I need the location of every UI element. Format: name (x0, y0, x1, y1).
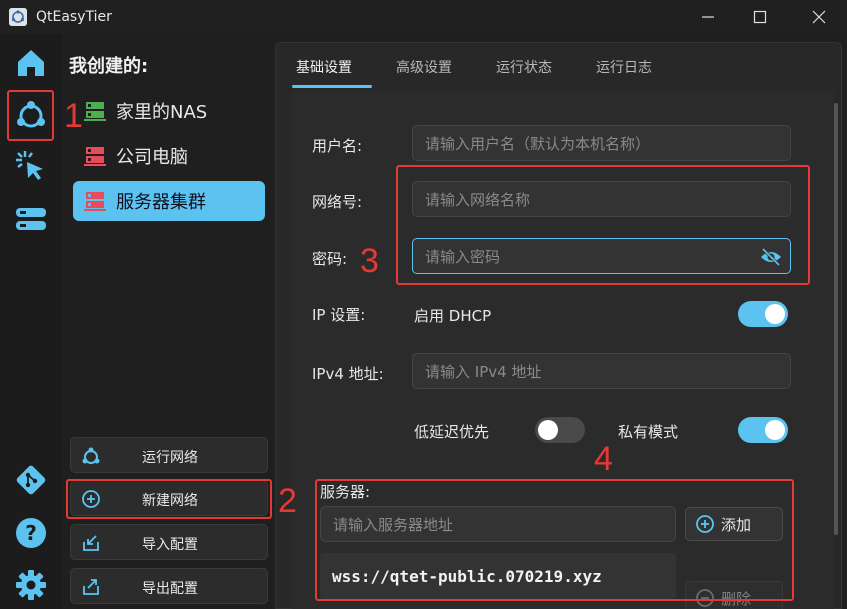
annotation-number-1: 1 (64, 97, 83, 135)
network-item-label: 家里的NAS (116, 102, 208, 123)
annotation-number-3: 3 (360, 242, 379, 280)
ipv4-input[interactable]: 请输入 IPv4 地址 (412, 353, 791, 389)
username-input[interactable]: 请输入用户名（默认为本机名称） (412, 125, 791, 161)
import-config-button[interactable]: 导入配置 (70, 524, 268, 560)
annotation-box-1 (7, 90, 54, 141)
dhcp-label: 启用 DHCP (414, 307, 492, 325)
ip-settings-label: IP 设置: (312, 306, 366, 324)
home-icon[interactable] (12, 44, 50, 82)
annotation-box-3 (396, 165, 810, 285)
network-item-nas[interactable]: 家里的NAS (73, 91, 265, 131)
export-config-button[interactable]: 导出配置 (70, 568, 268, 604)
annotation-number-4: 4 (594, 440, 613, 478)
title-bar: QtEasyTier (0, 0, 847, 34)
network-item-label: 服务器集群 (116, 192, 206, 213)
low-latency-label: 低延迟优先 (414, 423, 490, 441)
servers-icon[interactable] (12, 200, 50, 238)
window-title: QtEasyTier (36, 9, 112, 25)
annotation-box-4 (315, 479, 794, 601)
network-list-title: 我创建的: (69, 56, 149, 77)
private-mode-toggle[interactable] (738, 417, 788, 443)
annotation-number-2: 2 (278, 482, 297, 520)
app-logo-icon (9, 8, 27, 26)
tab-advanced-settings[interactable]: 高级设置 (396, 57, 452, 77)
run-network-button[interactable]: 运行网络 (70, 437, 268, 473)
tab-run-status[interactable]: 运行状态 (496, 57, 552, 77)
click-icon[interactable] (12, 147, 50, 185)
minimize-button[interactable] (685, 0, 731, 34)
tab-bar: 基础设置 高级设置 运行状态 运行日志 (276, 43, 843, 89)
private-mode-label: 私有模式 (618, 423, 679, 441)
toggle-knob (765, 304, 785, 324)
network-item-server-cluster[interactable]: 服务器集群 (73, 181, 265, 221)
close-button[interactable] (796, 0, 842, 34)
git-icon[interactable] (12, 461, 50, 499)
dhcp-toggle[interactable] (738, 301, 788, 327)
active-tab-indicator (292, 85, 372, 88)
network-name-label: 网络号: (312, 193, 363, 211)
toggle-knob (765, 420, 785, 440)
tab-basic-settings[interactable]: 基础设置 (296, 57, 352, 77)
tab-run-log[interactable]: 运行日志 (596, 57, 652, 77)
server-rack-icon (84, 145, 106, 167)
network-list-panel: 我创建的: 家里的NAS 公司电脑 服务器集群 运行网络 新建网络 导入配置 导… (62, 34, 275, 609)
low-latency-toggle[interactable] (535, 417, 585, 443)
network-item-label: 公司电脑 (116, 147, 188, 168)
scrollbar[interactable] (834, 103, 838, 535)
username-label: 用户名: (312, 137, 363, 155)
help-icon[interactable]: ? (12, 514, 50, 552)
annotation-box-2 (66, 479, 272, 519)
svg-text:?: ? (25, 521, 37, 545)
maximize-button[interactable] (737, 0, 783, 34)
ipv4-label: IPv4 地址: (312, 365, 384, 383)
server-rack-icon (84, 190, 106, 212)
settings-icon[interactable] (12, 566, 50, 604)
network-item-office-pc[interactable]: 公司电脑 (73, 136, 265, 176)
toggle-knob (538, 420, 558, 440)
password-label: 密码: (312, 250, 348, 268)
server-rack-icon (84, 100, 106, 122)
